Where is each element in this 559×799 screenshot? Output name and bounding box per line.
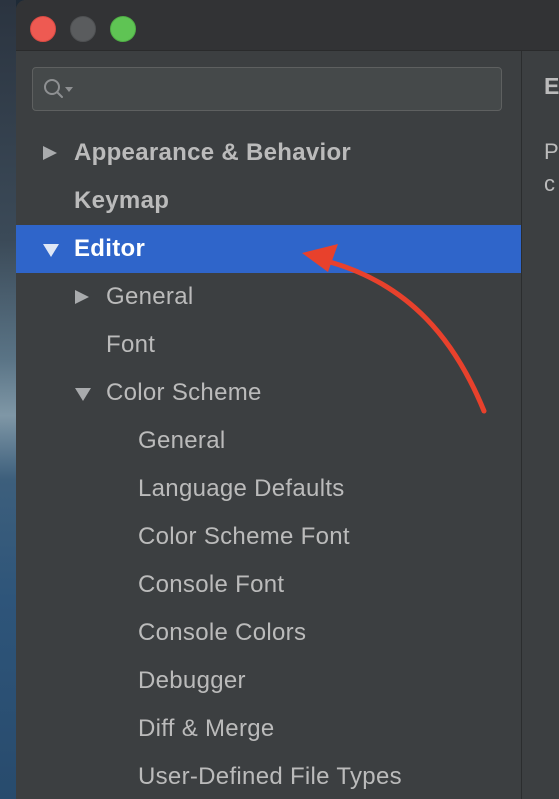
tree-item-label: Font xyxy=(106,331,156,358)
settings-content-pane: E P c xyxy=(522,51,559,799)
tree-item-label: Editor xyxy=(74,235,146,262)
tree-item-console-colors[interactable]: Console Colors xyxy=(16,609,521,657)
content-text: c xyxy=(544,171,555,196)
tree-item-label: General xyxy=(106,283,194,310)
collapse-arrow-icon[interactable] xyxy=(75,388,91,401)
collapse-arrow-icon[interactable] xyxy=(43,244,59,257)
tree-item-general[interactable]: General xyxy=(16,417,521,465)
content-title: E xyxy=(544,73,559,99)
expand-arrow-icon[interactable] xyxy=(75,290,89,304)
tree-item-color-scheme-font[interactable]: Color Scheme Font xyxy=(16,513,521,561)
tree-item-label: Console Font xyxy=(138,571,285,598)
tree-item-label: Console Colors xyxy=(138,619,307,646)
expand-arrow-icon[interactable] xyxy=(43,146,57,160)
tree-item-label: Appearance & Behavior xyxy=(74,139,352,166)
tree-item-keymap[interactable]: Keymap xyxy=(16,177,521,225)
maximize-window-button[interactable] xyxy=(110,16,136,42)
tree-item-diff-merge[interactable]: Diff & Merge xyxy=(16,705,521,753)
tree-item-user-defined-file-types[interactable]: User-Defined File Types xyxy=(16,753,521,799)
tree-item-font[interactable]: Font xyxy=(16,321,521,369)
settings-window: Appearance & Behavior Keymap Editor General… xyxy=(16,0,559,799)
settings-sidebar: Appearance & Behavior Keymap Editor General… xyxy=(16,51,521,799)
minimize-window-button[interactable] xyxy=(70,16,96,42)
desktop-wallpaper xyxy=(0,0,16,799)
tree-item-label: User-Defined File Types xyxy=(138,763,402,790)
search-input[interactable] xyxy=(32,67,502,111)
title-bar xyxy=(16,0,559,51)
search-icon xyxy=(44,79,73,98)
tree-item-general[interactable]: General xyxy=(16,273,521,321)
tree-item-language-defaults[interactable]: Language Defaults xyxy=(16,465,521,513)
tree-item-editor[interactable]: Editor xyxy=(16,225,521,273)
tree-item-label: Diff & Merge xyxy=(138,715,275,742)
tree-item-color-scheme[interactable]: Color Scheme xyxy=(16,369,521,417)
tree-item-label: Color Scheme xyxy=(106,379,262,406)
close-window-button[interactable] xyxy=(30,16,56,42)
tree-item-console-font[interactable]: Console Font xyxy=(16,561,521,609)
tree-item-label: Color Scheme Font xyxy=(138,523,350,550)
tree-item-label: General xyxy=(138,427,226,454)
tree-item-debugger[interactable]: Debugger xyxy=(16,657,521,705)
tree-item-appearance-behavior[interactable]: Appearance & Behavior xyxy=(16,129,521,177)
tree-item-label: Language Defaults xyxy=(138,475,345,502)
tree-item-label: Debugger xyxy=(138,667,246,694)
content-text: P xyxy=(544,139,559,164)
tree-item-label: Keymap xyxy=(74,187,170,214)
